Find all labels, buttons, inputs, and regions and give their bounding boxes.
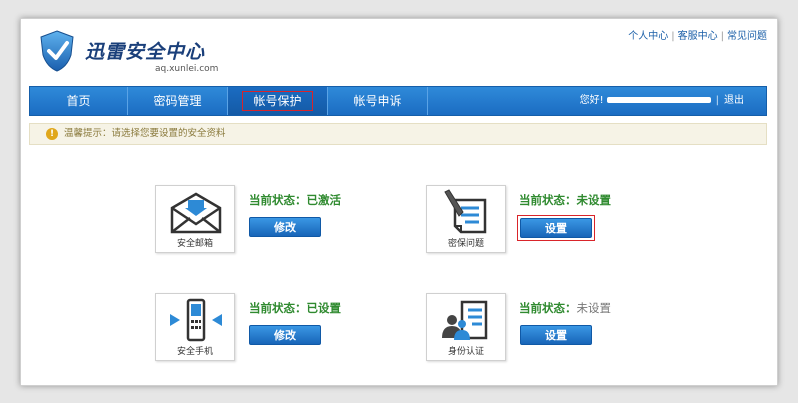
info-icon: ! — [46, 128, 58, 140]
link-faq[interactable]: 常见问题 — [727, 31, 767, 42]
shield-icon — [40, 30, 74, 72]
identity-setup-button[interactable]: 设置 — [520, 325, 592, 345]
logo-title: 迅雷安全中心 — [85, 41, 206, 63]
card-label-identity: 身份认证 — [447, 347, 484, 357]
logout-link[interactable]: 退出 — [724, 95, 744, 106]
phone-modify-button[interactable]: 修改 — [249, 325, 321, 345]
logo[interactable]: 迅雷安全中心 aq.xunlei.com — [37, 27, 237, 83]
status-identity: 当前状态：未设置 — [519, 301, 611, 315]
logo-domain: aq.xunlei.com — [155, 64, 219, 74]
card-icon-identity[interactable]: 身份认证 — [426, 293, 506, 361]
greeting: 您好! — [579, 95, 604, 106]
status-security-question: 当前状态：未设置 — [519, 193, 611, 207]
phone-icon — [170, 298, 222, 342]
nav-tab-account-appeal[interactable]: 帐号申诉 — [328, 87, 428, 115]
email-modify-button[interactable]: 修改 — [249, 217, 321, 237]
tip-bar: ! 温馨提示：请选择您要设置的安全资料 — [29, 123, 767, 145]
card-label-phone: 安全手机 — [176, 347, 213, 357]
card-label-security-question: 密保问题 — [447, 239, 484, 249]
link-personal-center[interactable]: 个人中心 — [628, 31, 668, 42]
card-icon-phone[interactable]: 安全手机 — [155, 293, 235, 361]
question-doc-icon — [444, 189, 487, 234]
user-info: 您好! | 退出 — [579, 95, 744, 106]
nav-tab-password[interactable]: 密码管理 — [128, 87, 228, 115]
main-nav: 首页 密码管理 帐号保护 帐号申诉 您好! | 退出 — [29, 86, 767, 116]
status-email: 当前状态：已激活 — [249, 193, 341, 207]
card-icon-security-question[interactable]: 密保问题 — [426, 185, 506, 253]
tip-text: 温馨提示：请选择您要设置的安全资料 — [64, 128, 226, 139]
nav-tab-account-protection[interactable]: 帐号保护 — [228, 87, 328, 115]
page-frame: 迅雷安全中心 aq.xunlei.com 个人中心 | 客服中心 | 常见问题 首页 密… — [20, 18, 778, 386]
nav-tab-home[interactable]: 首页 — [30, 87, 128, 115]
envelope-icon — [170, 192, 222, 234]
top-links: 个人中心 | 客服中心 | 常见问题 — [628, 31, 767, 42]
card-icon-email[interactable]: 安全邮箱 — [155, 185, 235, 253]
link-customer-service[interactable]: 客服中心 — [678, 31, 718, 42]
id-card-icon — [442, 300, 488, 340]
status-phone: 当前状态：已设置 — [249, 301, 341, 315]
security-question-setup-button[interactable]: 设置 — [520, 218, 592, 238]
masked-username — [606, 97, 711, 103]
card-label-email: 安全邮箱 — [176, 239, 213, 249]
